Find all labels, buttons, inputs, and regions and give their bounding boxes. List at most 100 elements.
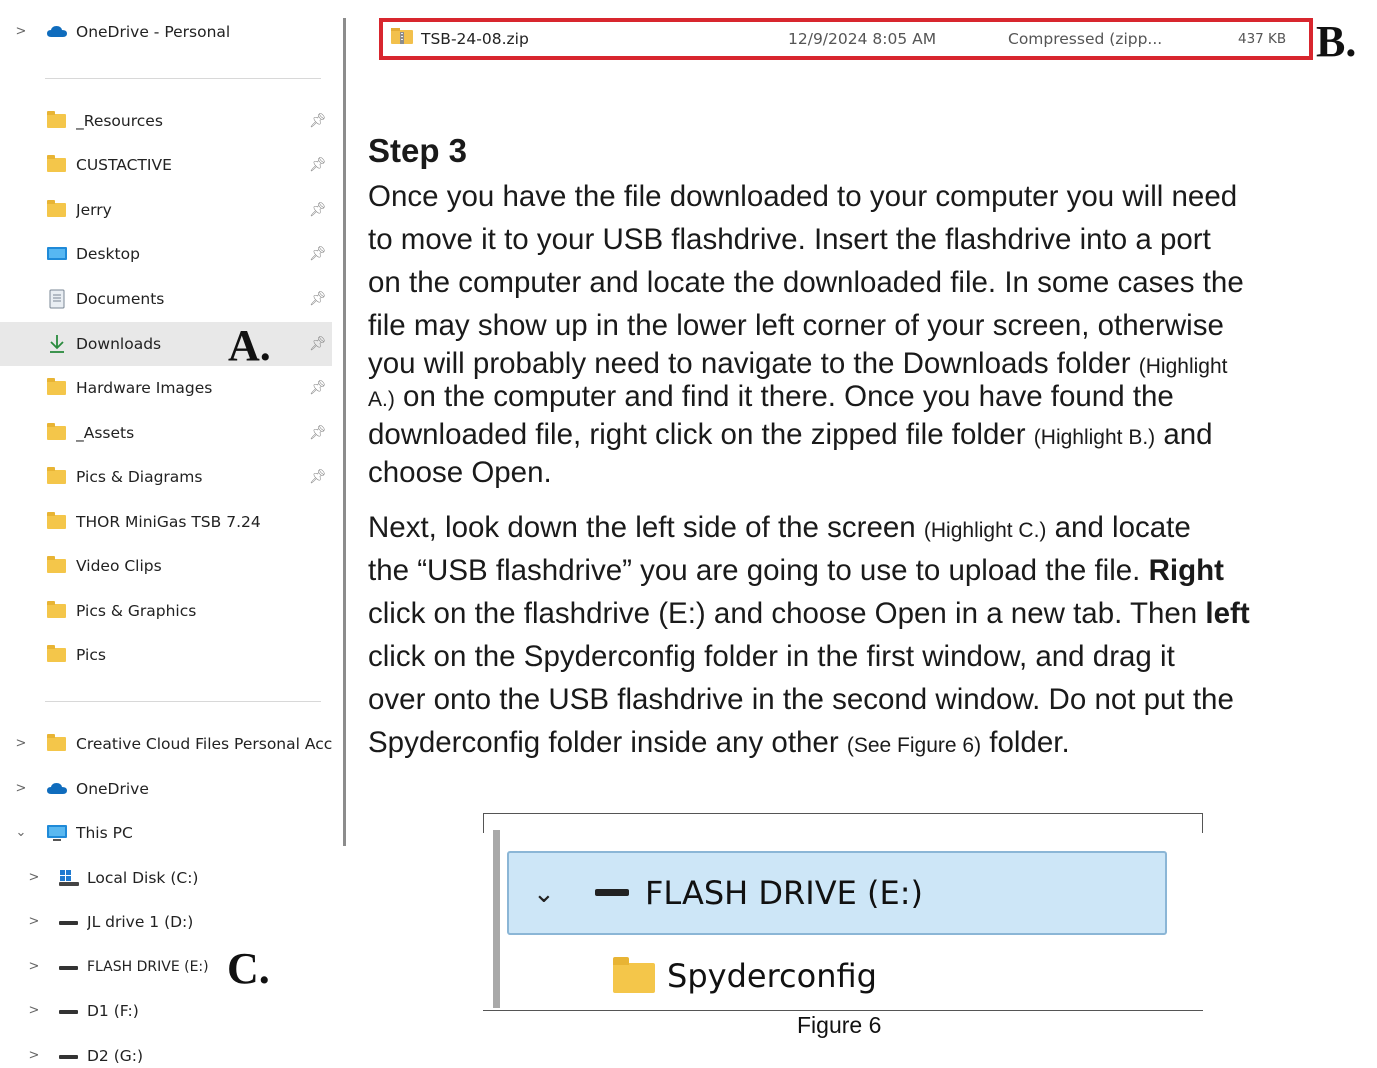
file-size: 437 KB — [1238, 31, 1287, 47]
sidebar-item-label: Documents — [76, 290, 165, 308]
sidebar-item-pics-graphics[interactable]: Pics & Graphics — [0, 589, 332, 633]
text-line: Spyderconfig folder inside any other (Se… — [368, 726, 1070, 759]
chevron-right-icon[interactable]: > — [12, 10, 30, 54]
drive-icon — [595, 889, 629, 896]
paragraph-1: Once you have the file downloaded to you… — [368, 175, 1377, 489]
pin-icon[interactable]: 📌︎ — [308, 143, 328, 187]
sidebar-item-jerry[interactable]: Jerry 📌︎ — [0, 188, 332, 232]
folder-icon — [47, 200, 67, 220]
sidebar-item-assets[interactable]: _Assets 📌︎ — [0, 411, 332, 455]
sidebar-item-label: _Assets — [76, 424, 135, 442]
sidebar-item-thor-minigas[interactable]: THOR MiniGas TSB 7.24 — [0, 500, 332, 544]
folder-icon — [47, 467, 67, 487]
folder-icon — [47, 556, 67, 576]
folder-icon — [47, 734, 67, 754]
navigation-pane: > OneDrive - Personal _Resources 📌︎ CUST… — [0, 0, 350, 1068]
sidebar-item-label: OneDrive - Personal — [76, 23, 231, 41]
sidebar-item-onedrive[interactable]: > OneDrive — [0, 767, 332, 811]
sidebar-item-flash-drive-e[interactable]: > FLASH DRIVE (E:) — [0, 945, 332, 989]
chevron-right-icon[interactable]: > — [25, 945, 43, 989]
sidebar-item-onedrive-personal[interactable]: > OneDrive - Personal — [0, 10, 332, 54]
drive-icon — [58, 1046, 78, 1066]
instructions: Step 3 Once you have the file downloaded… — [368, 128, 1377, 768]
sidebar-item-label: Video Clips — [76, 557, 162, 575]
sidebar-item-label: Pics — [76, 646, 106, 664]
sidebar-item-video-clips[interactable]: Video Clips — [0, 544, 332, 588]
sidebar-item-local-disk-c[interactable]: > Local Disk (C:) — [0, 856, 332, 900]
sidebar-item-pics-diagrams[interactable]: Pics & Diagrams 📌︎ — [0, 455, 332, 499]
text-line: choose Open. — [368, 456, 552, 489]
cloud-icon — [46, 22, 67, 42]
sidebar-item-label: JL drive 1 (D:) — [87, 913, 194, 931]
folder-icon — [47, 423, 67, 443]
paragraph-2: Next, look down the left side of the scr… — [368, 506, 1377, 764]
desktop-icon — [47, 244, 67, 264]
sidebar-item-label: Jerry — [76, 201, 112, 219]
chevron-down-icon[interactable]: ⌄ — [533, 853, 555, 933]
text-line: Next, look down the left side of the scr… — [368, 511, 1191, 544]
file-name: TSB-24-08.zip — [421, 30, 529, 48]
sidebar-item-label: OneDrive — [76, 780, 149, 798]
spyderconfig-folder-label[interactable]: Spyderconfig — [667, 951, 877, 1001]
sidebar-item-creative-cloud[interactable]: > Creative Cloud Files Personal Accou — [0, 722, 332, 766]
sidebar-item-d1-f[interactable]: > D1 (F:) — [0, 989, 332, 1033]
folder-icon — [47, 512, 67, 532]
figure-border — [483, 1010, 1203, 1011]
text-line: to move it to your USB flashdrive. Inser… — [368, 223, 1211, 256]
file-row-highlight[interactable]: TSB-24-08.zip 12/9/2024 8:05 AM Compress… — [379, 18, 1313, 60]
sidebar-item-desktop[interactable]: Desktop 📌︎ — [0, 232, 332, 276]
folder-icon — [613, 957, 655, 993]
step-title: Step 3 — [368, 132, 468, 169]
folder-icon — [47, 378, 67, 398]
chevron-right-icon[interactable]: > — [25, 989, 43, 1033]
text-line: file may show up in the lower left corne… — [368, 309, 1224, 342]
sidebar-item-label: CUSTACTIVE — [76, 156, 172, 174]
download-arrow-icon — [48, 334, 68, 354]
pin-icon[interactable]: 📌︎ — [308, 188, 328, 232]
sidebar-item-label: Pics & Graphics — [76, 602, 197, 620]
sidebar-item-downloads[interactable]: Downloads 📌︎ — [0, 322, 332, 366]
folder-icon — [47, 111, 67, 131]
sidebar-item-documents[interactable]: Documents 📌︎ — [0, 277, 332, 321]
text-line: downloaded file, right click on the zipp… — [368, 418, 1213, 451]
sidebar-item-resources[interactable]: _Resources 📌︎ — [0, 99, 332, 143]
chevron-right-icon[interactable]: > — [12, 722, 30, 766]
zip-folder-icon — [391, 22, 413, 44]
text-line: the “USB flashdrive” you are going to us… — [368, 554, 1224, 587]
sidebar-item-custactive[interactable]: CUSTACTIVE 📌︎ — [0, 143, 332, 187]
chevron-right-icon[interactable]: > — [25, 856, 43, 900]
sidebar-item-hardware-images[interactable]: Hardware Images 📌︎ — [0, 366, 332, 410]
pin-icon[interactable]: 📌︎ — [308, 366, 328, 410]
pin-icon[interactable]: 📌︎ — [308, 455, 328, 499]
sidebar-item-this-pc[interactable]: ⌄ This PC — [0, 811, 332, 855]
sidebar-item-label: Creative Cloud Files Personal Accou — [76, 735, 332, 753]
windows-drive-icon — [58, 868, 79, 888]
sidebar-item-jl-drive-d[interactable]: > JL drive 1 (D:) — [0, 900, 332, 944]
sidebar-item-d2-g[interactable]: > D2 (G:) — [0, 1034, 332, 1068]
chevron-right-icon[interactable]: > — [25, 1034, 43, 1068]
chevron-down-icon[interactable]: ⌄ — [12, 811, 30, 855]
sidebar-item-label: Desktop — [76, 245, 140, 263]
folder-icon — [47, 601, 67, 621]
figure-caption: Figure 6 — [797, 1012, 882, 1038]
pin-icon[interactable]: 📌︎ — [308, 277, 328, 321]
folder-icon — [47, 645, 67, 665]
folder-icon — [47, 155, 67, 175]
text-line: A.) on the computer and find it there. O… — [368, 380, 1174, 413]
pin-icon[interactable]: 📌︎ — [308, 411, 328, 455]
flash-drive-row[interactable]: ⌄ FLASH DRIVE (E:) — [507, 851, 1167, 935]
sidebar-item-pics[interactable]: Pics — [0, 633, 332, 677]
pin-icon[interactable]: 📌︎ — [308, 99, 328, 143]
scrollbar[interactable] — [343, 18, 346, 846]
sidebar-item-label: _Resources — [76, 112, 163, 130]
chevron-right-icon[interactable]: > — [12, 767, 30, 811]
drive-icon — [58, 1001, 78, 1021]
chevron-right-icon[interactable]: > — [25, 900, 43, 944]
figure-border — [483, 813, 1203, 814]
flash-drive-label: FLASH DRIVE (E:) — [645, 874, 923, 912]
file-date: 12/9/2024 8:05 AM — [788, 30, 937, 48]
highlight-a-label: A. — [228, 321, 271, 370]
pin-icon[interactable]: 📌︎ — [308, 232, 328, 276]
sidebar-item-label: Hardware Images — [76, 379, 213, 397]
pin-icon[interactable]: 📌︎ — [308, 322, 328, 366]
